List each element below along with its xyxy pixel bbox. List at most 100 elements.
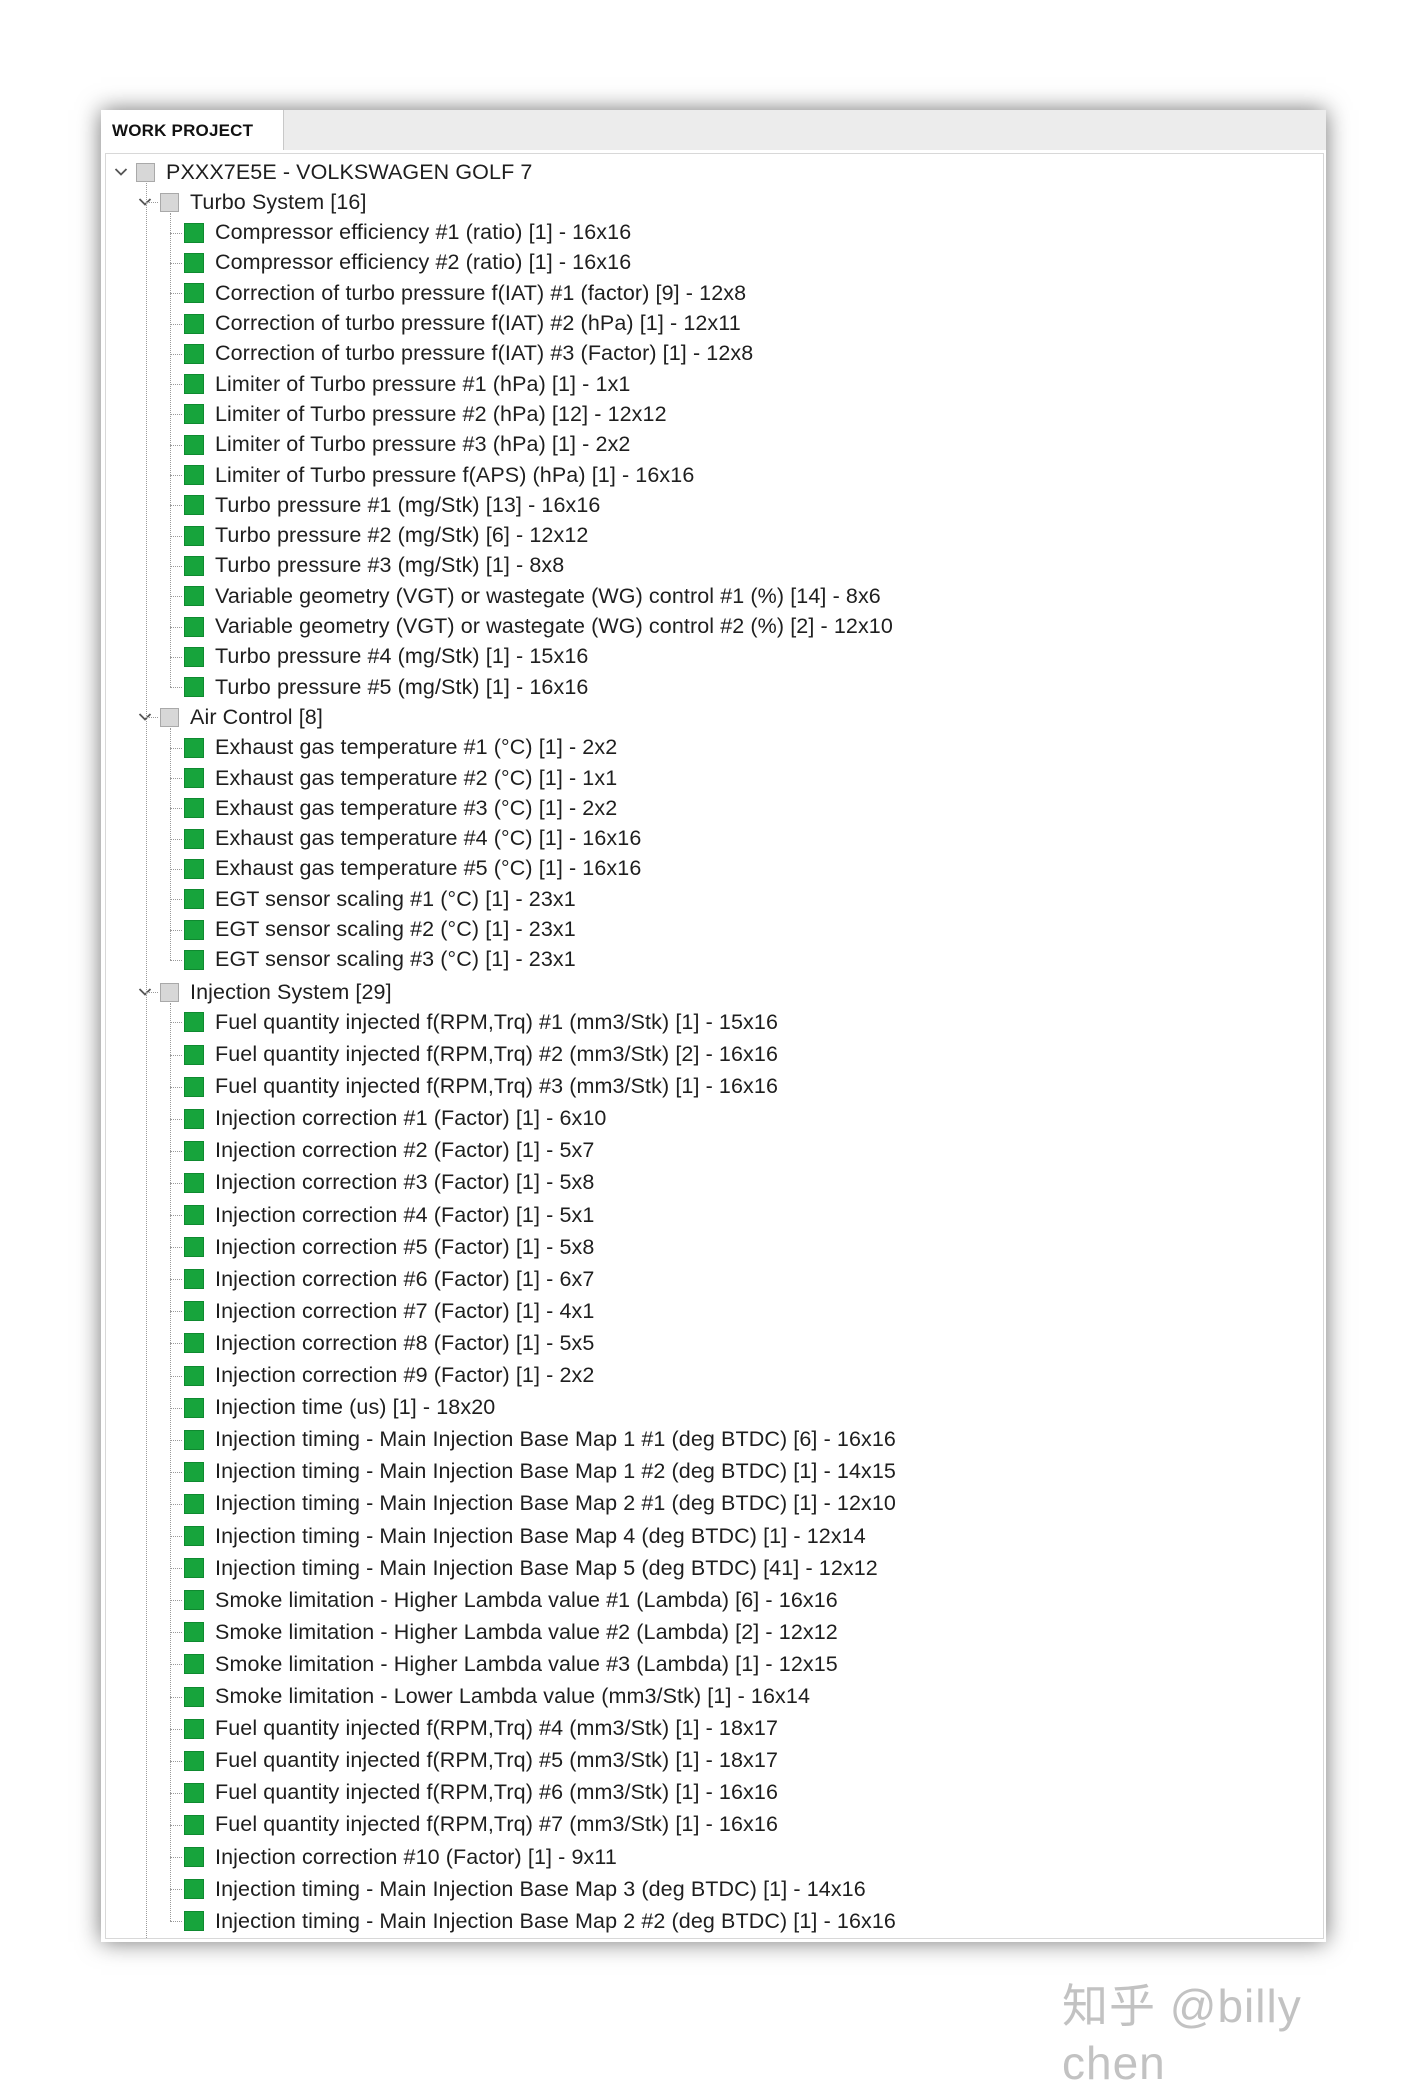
tree-branch-line xyxy=(170,1150,182,1152)
tree-branch-line xyxy=(170,414,182,416)
tree-item[interactable]: EGT sensor scaling #3 (°C) [1] - 23x1 xyxy=(184,945,576,975)
tree-item[interactable]: Injection time (us) [1] - 18x20 xyxy=(184,1393,495,1423)
tree-item[interactable]: Correction of turbo pressure f(IAT) #2 (… xyxy=(184,309,741,339)
tree-branch-line xyxy=(170,1921,182,1923)
tree-item[interactable]: EGT sensor scaling #1 (°C) [1] - 23x1 xyxy=(184,884,576,914)
tree-group[interactable]: Air Control [8] xyxy=(138,702,323,732)
tree-item[interactable]: Smoke limitation - Higher Lambda value #… xyxy=(184,1617,838,1647)
tree-item[interactable]: Injection correction #6 (Factor) [1] - 6… xyxy=(184,1264,594,1294)
tree-branch-line xyxy=(170,1118,182,1120)
tree-item[interactable]: Injection correction #8 (Factor) [1] - 5… xyxy=(184,1328,594,1358)
tree-item[interactable]: Limiter of Turbo pressure #2 (hPa) [12] … xyxy=(184,399,667,429)
tree-item[interactable]: Injection timing - Main Injection Base M… xyxy=(184,1906,896,1936)
tree-item-label: Compressor efficiency #2 (ratio) [1] - 1… xyxy=(215,250,632,275)
map-status-icon xyxy=(184,828,204,849)
tree-branch-line xyxy=(170,1375,182,1377)
tree-item[interactable]: Fuel quantity injected f(RPM,Trq) #6 (mm… xyxy=(184,1778,778,1808)
project-tree: PXXX7E5E - VOLKSWAGEN GOLF 7 Turbo System… xyxy=(105,153,1324,1939)
tree-item[interactable]: Injection timing - Main Injection Base M… xyxy=(184,1489,896,1519)
tree-item[interactable]: Fuel quantity injected f(RPM,Trq) #1 (mm… xyxy=(184,1007,778,1037)
tree-item[interactable]: Turbo pressure #4 (mg/Stk) [1] - 15x16 xyxy=(184,642,588,672)
tree-item[interactable]: Smoke limitation - Higher Lambda value #… xyxy=(184,1649,838,1679)
tree-item[interactable]: Injection correction #2 (Factor) [1] - 5… xyxy=(184,1136,594,1166)
tree-item[interactable]: Variable geometry (VGT) or wastegate (WG… xyxy=(184,612,893,642)
tree-branch-line xyxy=(170,1728,182,1730)
tree-item[interactable]: Injection correction #3 (Factor) [1] - 5… xyxy=(184,1168,594,1198)
tree-item[interactable]: Injection timing - Main Injection Base M… xyxy=(184,1874,866,1904)
tree-item[interactable]: Correction of turbo pressure f(IAT) #3 (… xyxy=(184,339,753,369)
tree-item[interactable]: Limiter of Turbo pressure f(APS) (hPa) [… xyxy=(184,460,694,490)
tree-item[interactable]: Injection timing - Main Injection Base M… xyxy=(184,1425,896,1455)
tree-item-label: Limiter of Turbo pressure #1 (hPa) [1] -… xyxy=(215,371,631,396)
tree-branch-line xyxy=(170,1343,182,1345)
map-status-icon xyxy=(184,1558,204,1579)
tree-branch-line xyxy=(170,475,182,476)
tree-item[interactable]: Exhaust gas temperature #1 (°C) [1] - 2x… xyxy=(184,733,617,763)
tree-item-label: Injection timing - Main Injection Base M… xyxy=(215,1491,896,1516)
tree-branch-line xyxy=(170,868,182,870)
tree-item[interactable]: Smoke limitation - Higher Lambda value #… xyxy=(184,1585,838,1615)
tree-item[interactable]: Injection correction #7 (Factor) [1] - 4… xyxy=(184,1296,594,1326)
map-status-icon xyxy=(184,1365,204,1386)
tree-item[interactable]: Fuel quantity injected f(RPM,Trq) #3 (mm… xyxy=(184,1072,778,1102)
tree-branch-line xyxy=(170,262,182,264)
tree-item-label: Exhaust gas temperature #5 (°C) [1] - 16… xyxy=(215,856,642,881)
tree-item[interactable]: Fuel quantity injected f(RPM,Trq) #7 (mm… xyxy=(184,1810,778,1840)
tree-group[interactable]: Turbo System [16] xyxy=(138,187,367,217)
tree-item-label: Exhaust gas temperature #4 (°C) [1] - 16… xyxy=(215,826,642,851)
tree-item[interactable]: Correction of turbo pressure f(IAT) #1 (… xyxy=(184,278,746,308)
map-status-icon xyxy=(184,343,204,364)
expand-chevron-icon[interactable] xyxy=(112,163,130,181)
map-status-icon xyxy=(184,646,204,667)
tree-item[interactable]: Limiter of Turbo pressure #1 (hPa) [1] -… xyxy=(184,369,630,399)
tree-item[interactable]: Injection timing - Main Injection Base M… xyxy=(184,1553,878,1583)
tree-item-label: Exhaust gas temperature #3 (°C) [1] - 2x… xyxy=(215,795,618,820)
tree-item[interactable]: Smoke limitation - Lower Lambda value (m… xyxy=(184,1682,810,1712)
folder-checkbox-icon[interactable] xyxy=(160,982,179,1002)
map-status-icon xyxy=(184,1012,204,1033)
tree-item[interactable]: Exhaust gas temperature #5 (°C) [1] - 16… xyxy=(184,854,641,884)
work-project-panel: WORK PROJECT PXXX7E5E - VOLKSWAGEN GOLF … xyxy=(101,110,1326,1942)
map-status-icon xyxy=(184,1461,204,1482)
tree-item[interactable]: Exhaust gas temperature #2 (°C) [1] - 1x… xyxy=(184,763,617,793)
tree-item[interactable]: Fuel quantity injected f(RPM,Trq) #5 (mm… xyxy=(184,1746,778,1776)
tree-item[interactable]: Injection correction #10 (Factor) [1] - … xyxy=(184,1842,617,1872)
tree-item[interactable]: Fuel quantity injected f(RPM,Trq) #2 (mm… xyxy=(184,1040,778,1070)
tree-item[interactable]: Injection correction #5 (Factor) [1] - 5… xyxy=(184,1232,594,1262)
tree-item[interactable]: Compressor efficiency #2 (ratio) [1] - 1… xyxy=(184,248,631,278)
tree-item-label: Injection correction #2 (Factor) [1] - 5… xyxy=(215,1138,595,1163)
tree-branch-line xyxy=(170,899,182,901)
map-status-icon xyxy=(184,737,204,758)
tree-item-label: Exhaust gas temperature #2 (°C) [1] - 1x… xyxy=(215,765,618,790)
tree-item[interactable]: Turbo pressure #3 (mg/Stk) [1] - 8x8 xyxy=(184,551,564,581)
tab-work-project[interactable]: WORK PROJECT xyxy=(101,110,284,150)
tree-item[interactable]: Turbo pressure #1 (mg/Stk) [13] - 16x16 xyxy=(184,490,601,520)
tree-item[interactable]: Exhaust gas temperature #4 (°C) [1] - 16… xyxy=(184,824,641,854)
tree-item[interactable]: EGT sensor scaling #2 (°C) [1] - 23x1 xyxy=(184,915,576,945)
folder-checkbox-icon[interactable] xyxy=(160,192,179,212)
tree-group[interactable]: Injection System [29] xyxy=(138,977,392,1007)
tree-item[interactable]: Injection correction #1 (Factor) [1] - 6… xyxy=(184,1104,606,1134)
tree-item[interactable]: Variable geometry (VGT) or wastegate (WG… xyxy=(184,581,881,611)
map-status-icon xyxy=(184,434,204,455)
tree-item[interactable]: Compressor efficiency #1 (ratio) [1] - 1… xyxy=(184,218,631,248)
panel-tab-bar: WORK PROJECT xyxy=(101,110,1326,150)
tree-branch-line xyxy=(170,444,182,446)
tree-item-label: Smoke limitation - Higher Lambda value #… xyxy=(215,1619,838,1644)
tree-branch-line xyxy=(170,1311,182,1313)
tree-item[interactable]: Turbo pressure #2 (mg/Stk) [6] - 12x12 xyxy=(184,521,588,551)
tree-item[interactable]: Exhaust gas temperature #3 (°C) [1] - 2x… xyxy=(184,793,617,823)
tree-item[interactable]: Turbo pressure #5 (mg/Stk) [1] - 16x16 xyxy=(184,672,588,702)
tree-item[interactable]: Injection correction #4 (Factor) [1] - 5… xyxy=(184,1200,594,1230)
tree-item[interactable]: Injection correction #9 (Factor) [1] - 2… xyxy=(184,1361,594,1391)
tree-branch-line xyxy=(170,384,182,386)
tree-item[interactable]: Limiter of Turbo pressure #3 (hPa) [1] -… xyxy=(184,430,630,460)
map-status-icon xyxy=(184,374,204,395)
folder-checkbox-icon[interactable] xyxy=(160,707,179,727)
tree-item[interactable]: Fuel quantity injected f(RPM,Trq) #4 (mm… xyxy=(184,1714,778,1744)
tree-item[interactable]: Injection timing - Main Injection Base M… xyxy=(184,1457,896,1487)
tree-item-label: Injection correction #10 (Factor) [1] - … xyxy=(215,1844,617,1869)
tree-root[interactable]: PXXX7E5E - VOLKSWAGEN GOLF 7 xyxy=(114,157,532,187)
tree-item[interactable]: Injection timing - Main Injection Base M… xyxy=(184,1521,866,1551)
folder-checkbox-icon[interactable] xyxy=(136,162,155,182)
